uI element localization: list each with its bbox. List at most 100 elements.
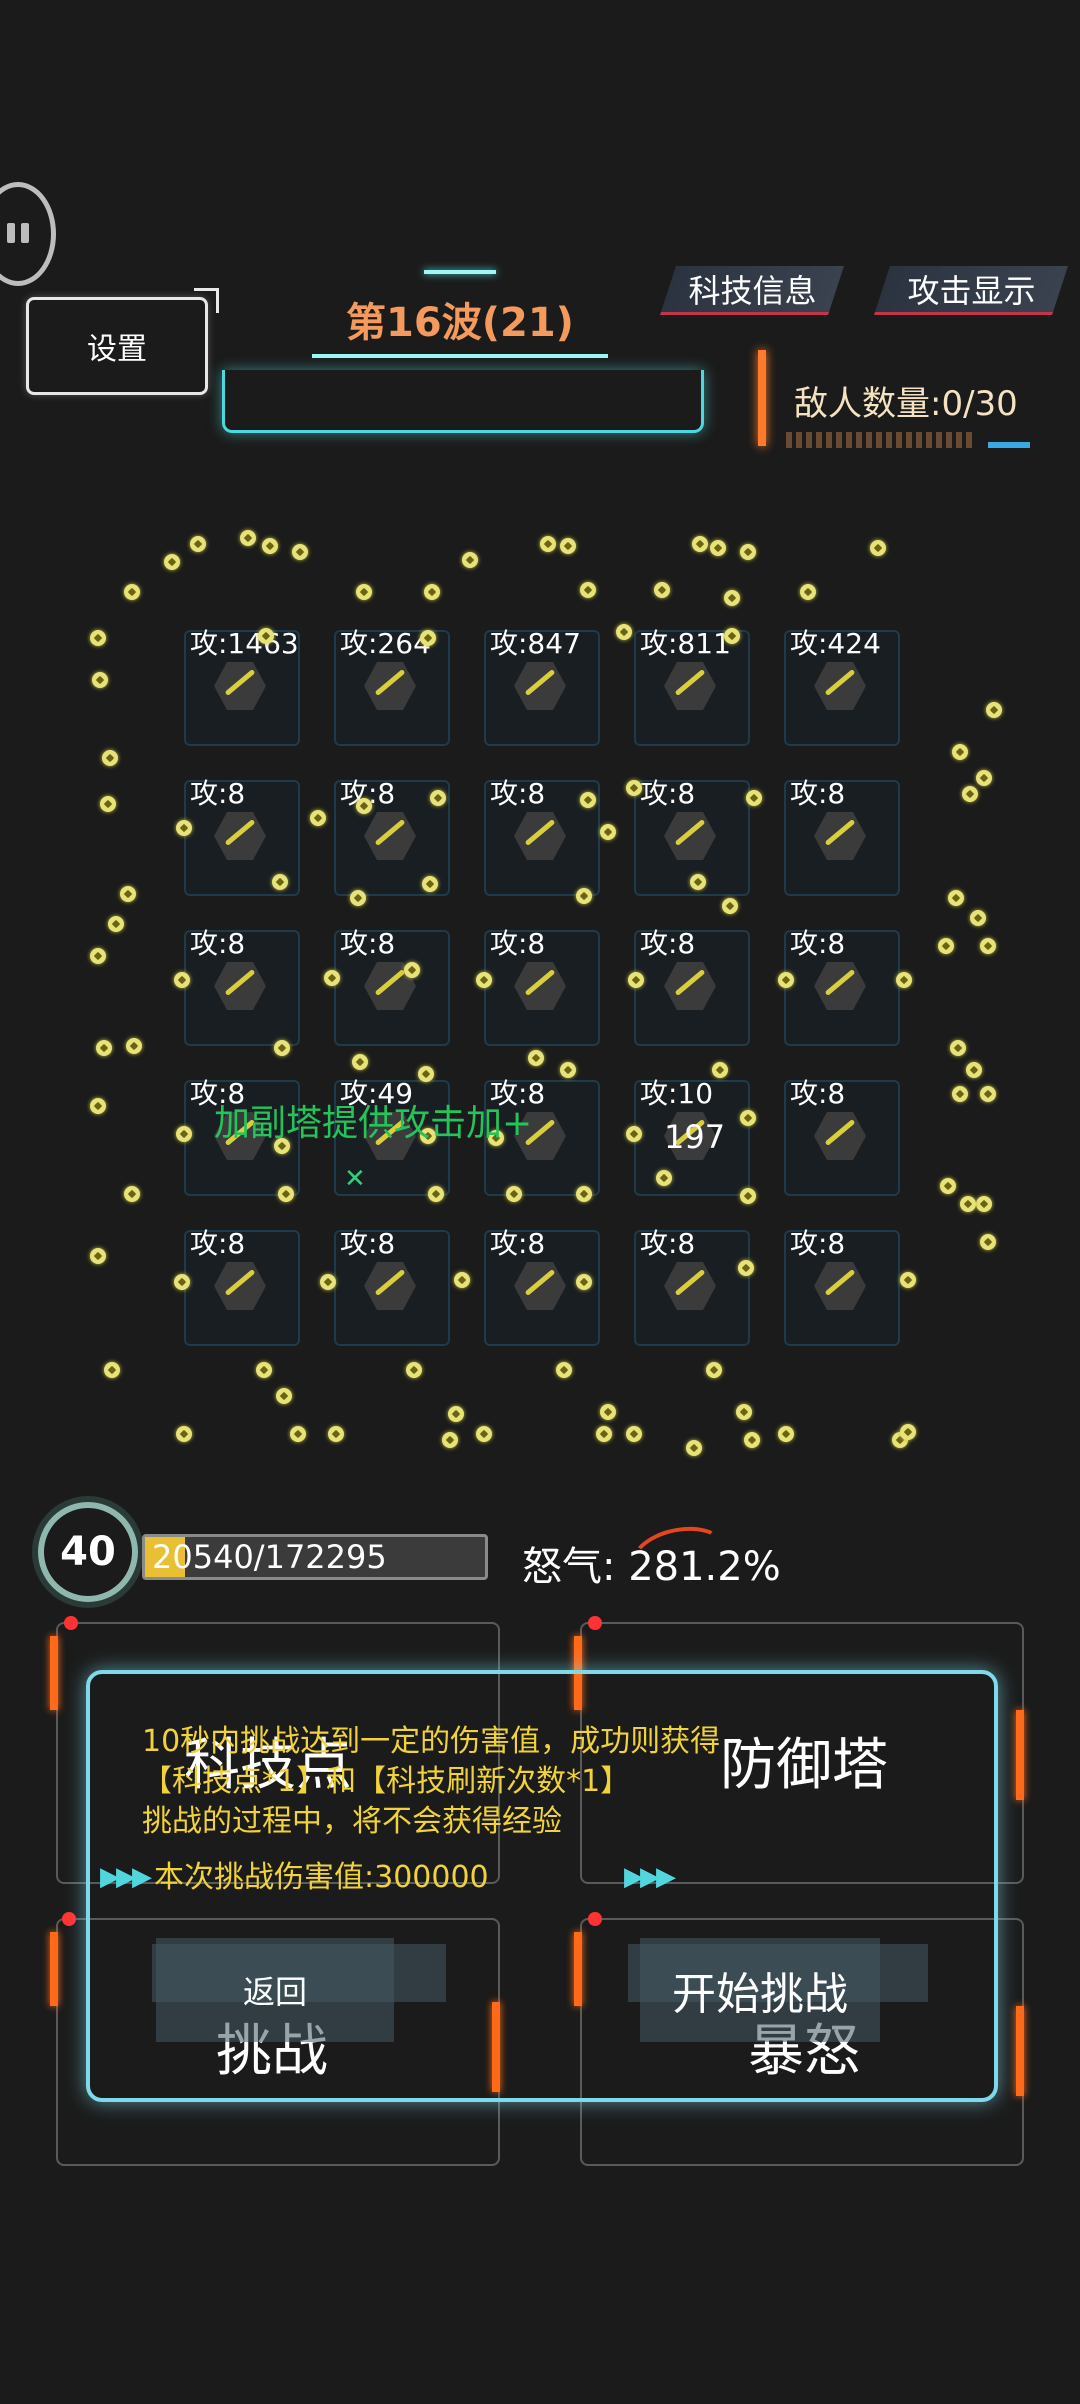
panel-status-dot: [64, 1616, 78, 1630]
projectile-icon: [800, 584, 816, 600]
tower-hex-icon: [514, 662, 566, 710]
projectile-icon: [900, 1424, 916, 1440]
tower-hex-icon: [214, 812, 266, 860]
rage-value: 怒气: 281.2%: [522, 1544, 781, 1590]
panel-accent-bar: [50, 1932, 58, 2006]
projectile-icon: [712, 1062, 728, 1078]
projectile-icon: [740, 1188, 756, 1204]
projectile-icon: [976, 1196, 992, 1212]
projectile-icon: [746, 790, 762, 806]
projectile-icon: [310, 810, 326, 826]
projectile-icon: [626, 1126, 642, 1142]
dialog-line-1: 10秒内挑战达到一定的伤害值，成功则获得: [142, 1724, 721, 1759]
projectile-icon: [240, 530, 256, 546]
tower-hex-icon: [514, 962, 566, 1010]
projectile-icon: [980, 938, 996, 954]
start-challenge-button-label: 开始挑战: [672, 1969, 848, 2020]
tower-hex-icon: [364, 1262, 416, 1310]
projectile-icon: [740, 544, 756, 560]
projectile-icon: [290, 1426, 306, 1442]
return-button-label: 返回: [242, 1973, 307, 2011]
projectile-icon: [724, 628, 740, 644]
tower-hex-icon: [214, 962, 266, 1010]
tower-attack-label: 攻:811: [640, 627, 731, 660]
projectile-icon: [350, 890, 366, 906]
projectile-icon: [654, 582, 670, 598]
panel-accent-bar: [50, 1636, 58, 1710]
projectile-icon: [896, 972, 912, 988]
tower-hex-icon: [214, 662, 266, 710]
projectile-icon: [778, 972, 794, 988]
projectile-icon: [724, 590, 740, 606]
tower-attack-label: 攻:8: [790, 1077, 846, 1110]
tower-attack-label: 攻:8: [340, 1227, 396, 1260]
projectile-icon: [778, 1426, 794, 1442]
tower-hex-icon: [814, 962, 866, 1010]
projectile-icon: [970, 910, 986, 926]
projectile-icon: [428, 1186, 444, 1202]
projectile-icon: [424, 584, 440, 600]
tower-hex-icon: [514, 812, 566, 860]
projectile-icon: [476, 1426, 492, 1442]
projectile-icon: [960, 1196, 976, 1212]
projectile-icon: [938, 938, 954, 954]
projectile-icon: [124, 584, 140, 600]
tower-hex-icon: [814, 1112, 866, 1160]
projectile-icon: [256, 1362, 272, 1378]
projectile-icon: [940, 1178, 956, 1194]
projectile-icon: [900, 1272, 916, 1288]
tower-attack-label: 攻:8: [640, 1227, 696, 1260]
tower-grid: 攻:1463 攻:264 攻:847 攻:811 攻:424 攻:8 攻:8 攻:8 攻:8 攻:…: [0, 0, 1080, 1460]
panel-status-dot: [62, 1912, 76, 1926]
player-level-badge: 40: [38, 1502, 138, 1602]
projectile-icon: [324, 970, 340, 986]
tower-attack-label: 攻:10: [640, 1077, 714, 1110]
tower-attack-label: 攻:8: [640, 777, 696, 810]
tower-attack-label: 攻:424: [790, 627, 881, 660]
projectile-icon: [448, 1406, 464, 1422]
projectile-icon: [356, 584, 372, 600]
projectile-icon: [328, 1426, 344, 1442]
tower-attack-label: 攻:8: [790, 1227, 846, 1260]
buff-floating-text: 加副塔提供攻击加+: [214, 1103, 533, 1144]
projectile-icon: [90, 1098, 106, 1114]
projectile-icon: [692, 536, 708, 552]
projectile-icon: [976, 770, 992, 786]
projectile-icon: [274, 1040, 290, 1056]
tower-hex-icon: [214, 1262, 266, 1310]
projectile-icon: [176, 1126, 192, 1142]
projectile-icon: [980, 1234, 996, 1250]
projectile-icon: [506, 1186, 522, 1202]
panel-status-dot: [588, 1616, 602, 1630]
panel-accent-bar: [1016, 1710, 1024, 1800]
projectile-icon: [722, 898, 738, 914]
start-challenge-button[interactable]: 开始挑战: [640, 1938, 880, 2042]
target-marker-icon: ✕: [344, 1164, 366, 1194]
tower-attack-label: 攻:8: [490, 927, 546, 960]
projectile-icon: [540, 536, 556, 552]
projectile-icon: [476, 972, 492, 988]
projectile-icon: [418, 1066, 434, 1082]
tower-attack-label: 攻:8: [190, 777, 246, 810]
projectile-icon: [108, 916, 124, 932]
projectile-icon: [164, 554, 180, 570]
projectile-icon: [96, 1040, 112, 1056]
projectile-icon: [276, 1388, 292, 1404]
tower-hex-icon: [514, 1262, 566, 1310]
projectile-icon: [176, 1426, 192, 1442]
projectile-icon: [422, 876, 438, 892]
projectile-icon: [90, 630, 106, 646]
tower-attack-label: 攻:8: [640, 927, 696, 960]
projectile-icon: [406, 1362, 422, 1378]
projectile-icon: [656, 1170, 672, 1186]
projectile-icon: [686, 1440, 702, 1456]
projectile-icon: [528, 1050, 544, 1066]
return-button[interactable]: 返回: [156, 1938, 394, 2042]
projectile-icon: [174, 1274, 190, 1290]
projectile-icon: [176, 820, 192, 836]
projectile-icon: [356, 798, 372, 814]
projectile-icon: [580, 582, 596, 598]
projectile-icon: [462, 552, 478, 568]
projectile-icon: [352, 1054, 368, 1070]
projectile-icon: [126, 1038, 142, 1054]
